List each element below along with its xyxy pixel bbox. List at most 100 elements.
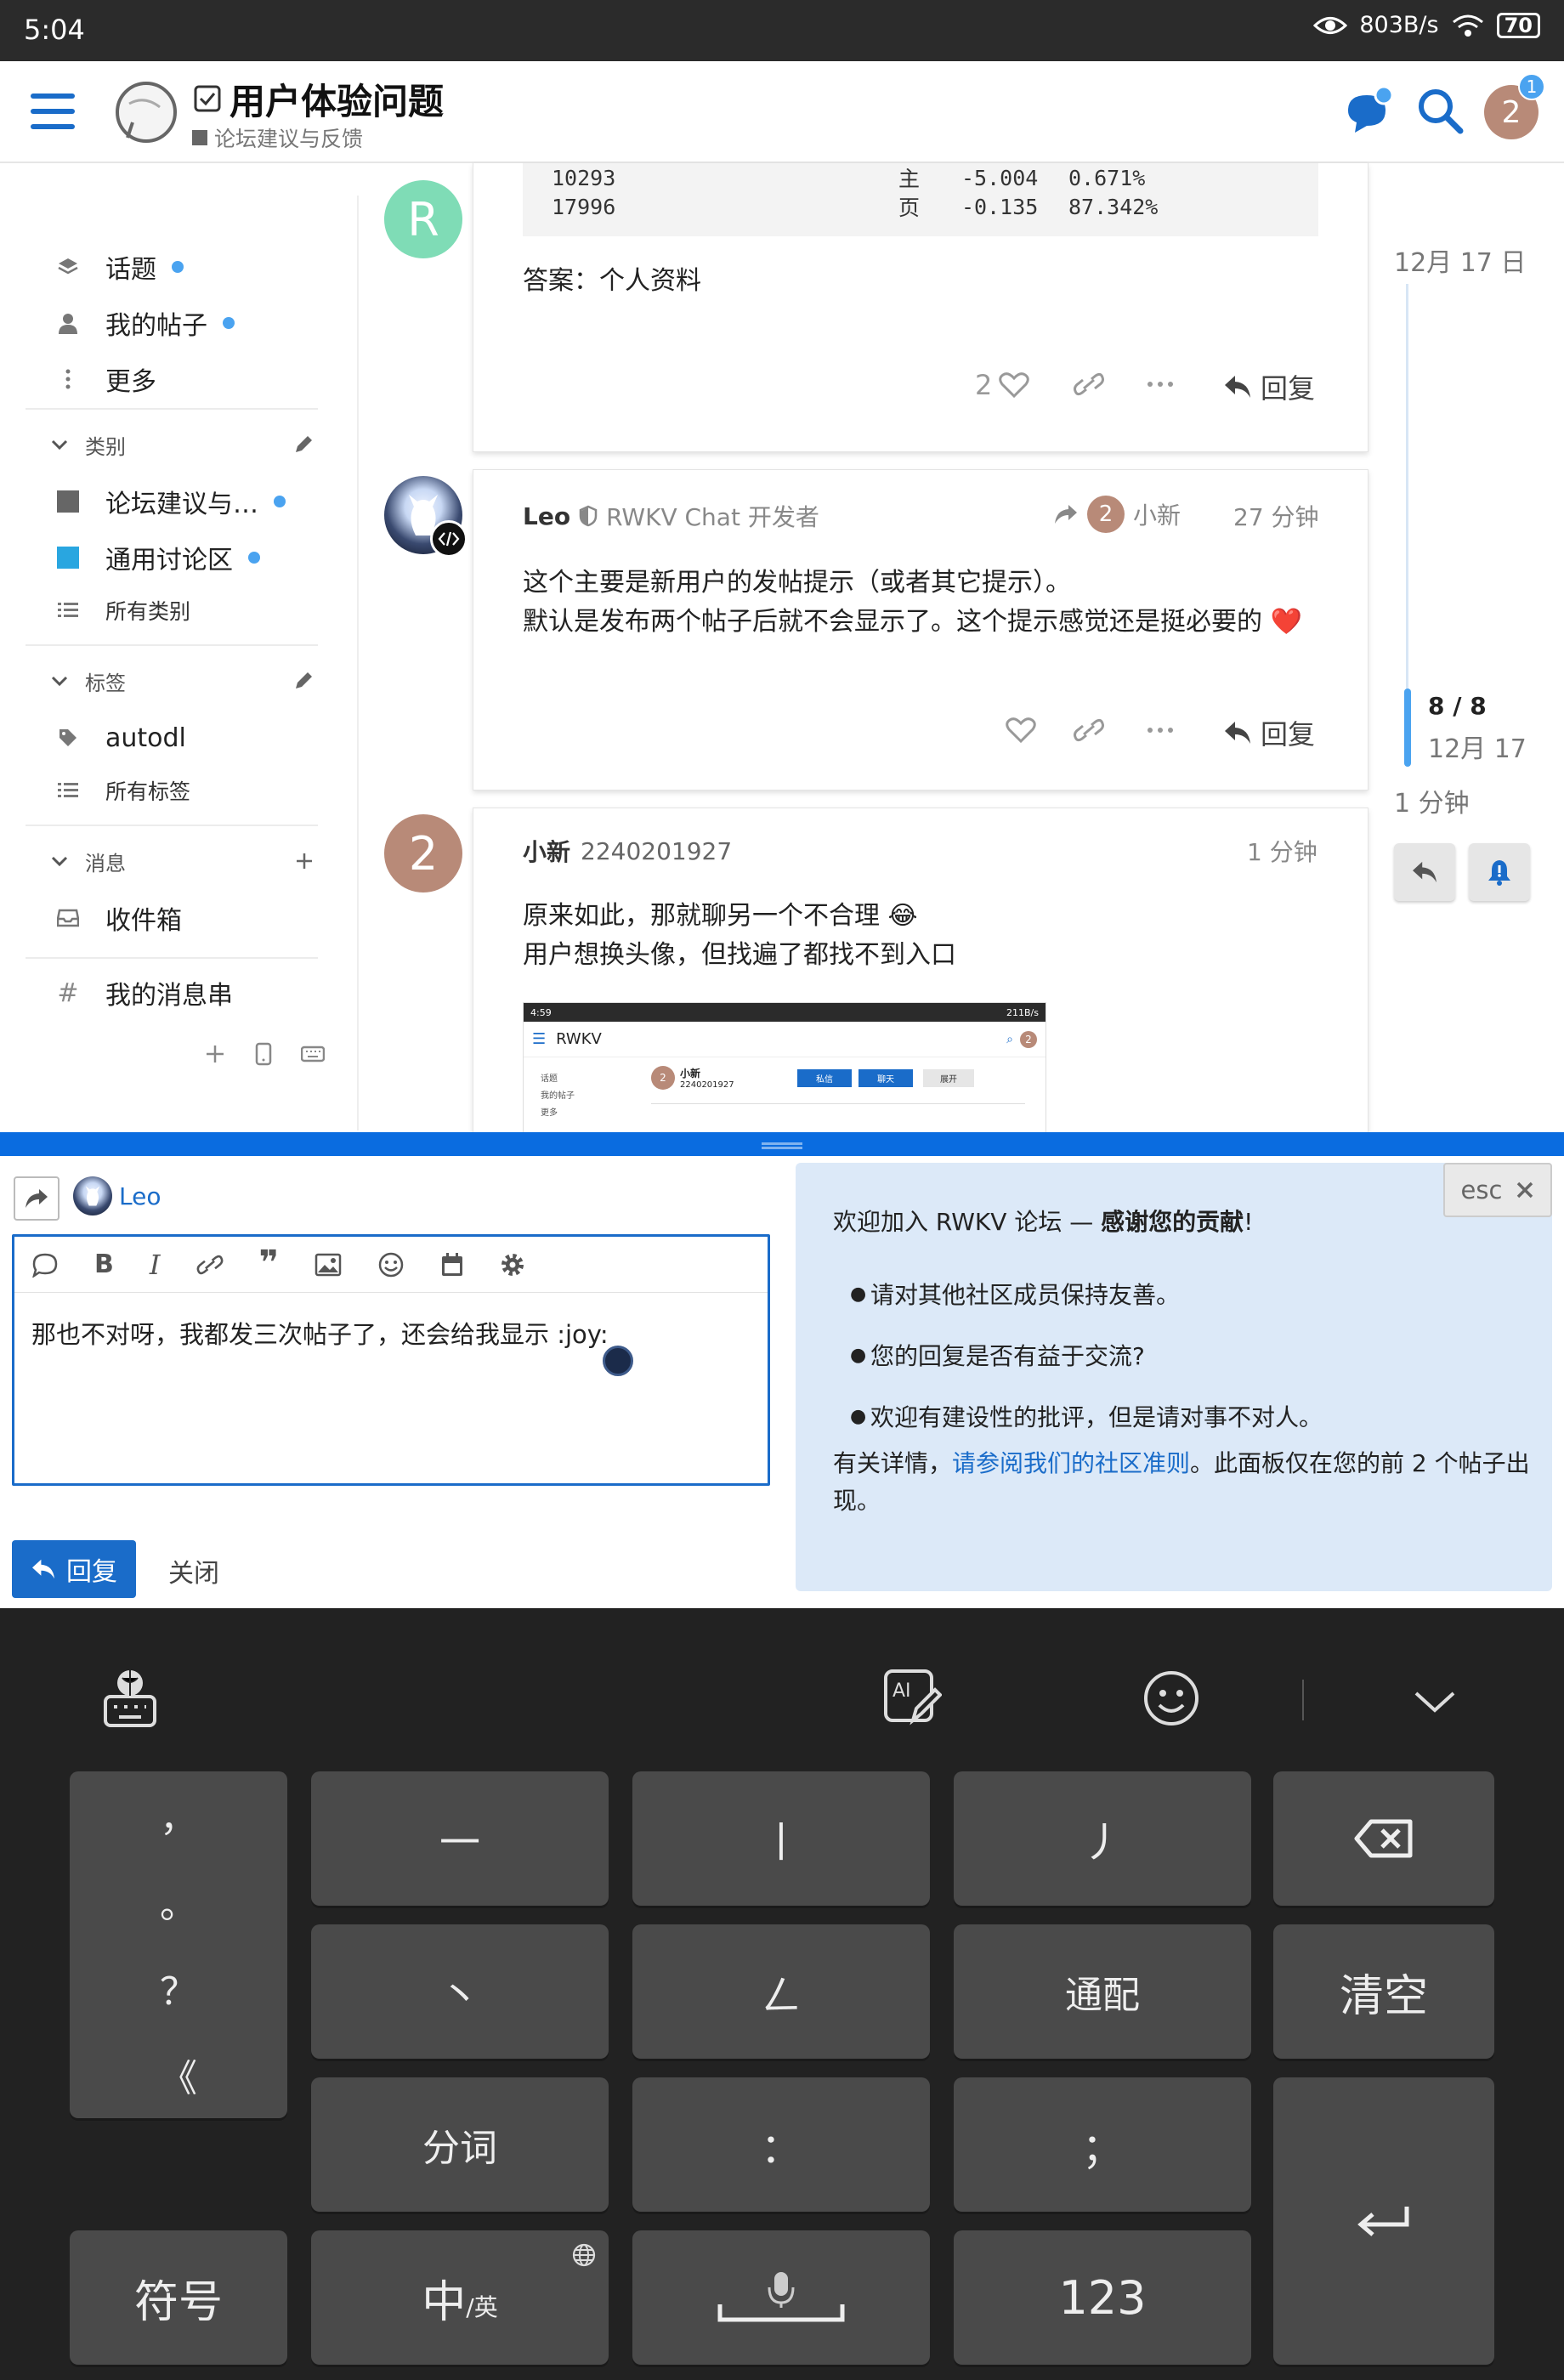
gear-icon[interactable]: [500, 1252, 525, 1278]
pencil-icon[interactable]: [292, 670, 314, 692]
reply-to-indicator[interactable]: 2 小新: [1053, 496, 1181, 533]
search-icon[interactable]: [1416, 87, 1464, 134]
punct-key[interactable]: 《: [160, 2048, 197, 2102]
calendar-icon[interactable]: [440, 1252, 464, 1278]
user-title: RWKV Chat 开发者: [606, 503, 819, 531]
numbers-key[interactable]: 123: [954, 2230, 1251, 2365]
ai-writing-icon[interactable]: AI: [882, 1668, 942, 1729]
code-line: 17996 页 -0.135 87.342%: [552, 192, 1158, 221]
reply-to-user[interactable]: Leo: [73, 1176, 161, 1216]
more-actions-icon[interactable]: [1147, 727, 1174, 734]
emoji-icon[interactable]: [377, 1251, 405, 1278]
punct-key[interactable]: ，: [160, 1788, 197, 1842]
reply-composer: Leo B I ❞ 那也不对呀，我都发三次帖子了，还会给我显示 :joy: 回复…: [0, 1132, 1564, 1608]
enter-key[interactable]: [1273, 2077, 1494, 2365]
sidebar-item-inbox[interactable]: 收件箱: [51, 892, 182, 944]
like-button[interactable]: 2: [975, 369, 1030, 401]
bold-icon[interactable]: B: [94, 1250, 114, 1279]
sidebar-item-topics[interactable]: 话题: [51, 241, 184, 292]
stroke-key[interactable]: ㄥ: [632, 1924, 930, 2059]
stroke-key[interactable]: 丨: [632, 1771, 930, 1906]
hamburger-menu-icon[interactable]: [31, 92, 75, 131]
clear-key[interactable]: 清空: [1273, 1924, 1494, 2059]
punctuation-column-key[interactable]: ， 。 ？ 《: [70, 1771, 287, 2118]
post-line: 默认是发布两个帖子后就不会显示了。这个提示感觉还是挺必要的 ❤️: [523, 607, 1302, 637]
link-icon[interactable]: [1074, 718, 1104, 742]
chat-icon[interactable]: [1341, 85, 1394, 138]
category-square-icon: [51, 490, 85, 513]
mobile-device-icon[interactable]: [255, 1042, 272, 1066]
plus-icon[interactable]: [294, 851, 314, 871]
topic-title[interactable]: 用户体验问题: [230, 73, 444, 125]
reply-button[interactable]: 回复: [1223, 713, 1315, 752]
semicolon-key[interactable]: ；: [954, 2077, 1251, 2212]
colon-key[interactable]: ：: [632, 2077, 930, 2212]
composer-grippie[interactable]: [0, 1132, 1564, 1156]
notification-level-button[interactable]: [1469, 843, 1530, 901]
sidebar-item-all-categories[interactable]: 所有类别: [51, 585, 190, 636]
sidebar-item-category-general[interactable]: 通用讨论区: [51, 532, 260, 583]
timeline-last-activity[interactable]: 1 分钟: [1394, 782, 1470, 819]
sidebar-item-tag-autodl[interactable]: autodl: [51, 712, 186, 763]
site-logo-icon[interactable]: [110, 78, 178, 146]
stroke-key[interactable]: 丿: [954, 1771, 1251, 1906]
sidebar-item-all-tags[interactable]: 所有标签: [51, 765, 190, 816]
pencil-icon[interactable]: [292, 434, 314, 456]
timeline-track[interactable]: [1406, 284, 1408, 688]
emoji-icon[interactable]: [1142, 1669, 1200, 1727]
section-header-tags[interactable]: 标签: [51, 660, 314, 702]
more-actions-icon[interactable]: [1147, 381, 1174, 388]
space-voice-key[interactable]: [632, 2230, 930, 2365]
link-icon[interactable]: [1074, 372, 1104, 396]
reply-to-avatar: [73, 1176, 112, 1216]
topic-category[interactable]: 论坛建议与反馈: [192, 122, 363, 153]
post-time[interactable]: 27 分钟: [1233, 499, 1319, 533]
timeline-scroller-handle[interactable]: [1404, 688, 1411, 767]
link-icon[interactable]: [196, 1255, 224, 1275]
post-image[interactable]: 4:59 211B/s ☰ RWKV ⌕ 2 话题 我的帖子 更多 2 小新 2…: [523, 1002, 1046, 1133]
section-header-categories[interactable]: 类别: [51, 423, 314, 466]
reply-textarea[interactable]: 那也不对呀，我都发三次帖子了，还会给我显示 :joy:: [31, 1315, 609, 1351]
sidebar-item-my-threads[interactable]: # 我的消息串: [51, 967, 233, 1018]
community-guidelines-link[interactable]: 请参阅我们的社区准则: [952, 1449, 1190, 1477]
stroke-key[interactable]: 一: [311, 1771, 609, 1906]
section-header-messages[interactable]: 消息: [51, 840, 314, 882]
sidebar-item-category-forum-feedback[interactable]: 论坛建议与…: [51, 476, 286, 527]
editor: B I ❞ 那也不对呀，我都发三次帖子了，还会给我显示 :joy:: [12, 1234, 770, 1486]
backspace-key[interactable]: [1273, 1771, 1494, 1906]
plus-icon[interactable]: [204, 1043, 226, 1065]
stroke-key[interactable]: 丶: [311, 1924, 609, 2059]
keyboard-shortcuts-icon[interactable]: [301, 1045, 325, 1063]
keyboard-globe-settings-icon[interactable]: [100, 1668, 160, 1729]
sidebar-item-my-posts[interactable]: 我的帖子: [51, 298, 235, 348]
symbols-key[interactable]: 符号: [70, 2230, 287, 2365]
punct-key[interactable]: ？: [160, 1961, 197, 2015]
blockquote-icon[interactable]: ❞: [259, 1246, 279, 1280]
composer-action-button[interactable]: [14, 1176, 60, 1221]
post-author[interactable]: 小新: [523, 834, 570, 868]
timeline-start-date[interactable]: 12月 17 日: [1394, 241, 1526, 279]
quote-bubble-icon[interactable]: [31, 1252, 59, 1278]
language-switch-key[interactable]: 中/英: [311, 2230, 609, 2365]
sidebar-item-label: 话题: [105, 255, 156, 285]
post-author[interactable]: Leo: [523, 502, 570, 530]
sidebar-item-more[interactable]: 更多: [51, 354, 156, 405]
reply-button[interactable]: 回复: [1223, 367, 1315, 406]
wildcard-key[interactable]: 通配: [954, 1924, 1251, 2059]
like-button[interactable]: [1006, 717, 1036, 744]
close-composer-link[interactable]: 关闭: [168, 1552, 219, 1590]
punct-key[interactable]: 。: [160, 1874, 197, 1929]
post-avatar[interactable]: R: [384, 180, 462, 258]
code-cell: 主: [898, 167, 921, 191]
text-cursor-handle[interactable]: [603, 1346, 633, 1376]
hide-keyboard-chevron-down-icon[interactable]: [1413, 1690, 1457, 1714]
segment-key[interactable]: 分词: [311, 2077, 609, 2212]
post-avatar[interactable]: 2: [384, 814, 462, 892]
dismiss-education-button[interactable]: esc: [1443, 1163, 1552, 1217]
image-icon[interactable]: [314, 1253, 342, 1277]
timeline-reply-button[interactable]: [1394, 843, 1455, 901]
post-time[interactable]: 1 分钟: [1247, 834, 1318, 868]
italic-icon[interactable]: I: [150, 1249, 161, 1281]
chevron-down-icon: [51, 855, 68, 867]
submit-reply-button[interactable]: 回复: [12, 1540, 136, 1598]
